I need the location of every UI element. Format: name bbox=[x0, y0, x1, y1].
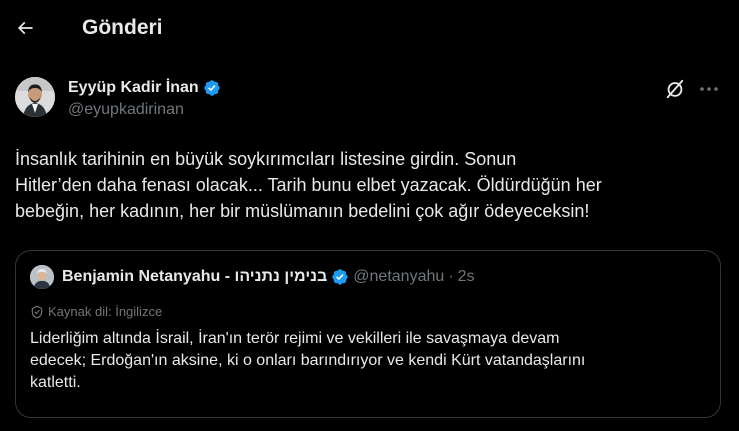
back-button[interactable] bbox=[8, 11, 42, 45]
author-name[interactable]: Eyyüp Kadir İnan bbox=[68, 79, 199, 97]
arrow-left-icon bbox=[17, 21, 33, 35]
quote-header: Benjamin Netanyahu - בנימין נתניהו @neta… bbox=[62, 266, 475, 288]
translation-notice: Kaynak dil: İngilizce bbox=[30, 304, 162, 319]
translate-icon bbox=[31, 305, 43, 318]
tweet-text: İnsanlık tarihinin en büyük soykırımcıla… bbox=[15, 149, 602, 221]
quote-handle[interactable]: @netanyahu bbox=[353, 268, 444, 286]
quote-text: Liderliğim altında İsrail, İran'ın terör… bbox=[30, 330, 586, 391]
verified-badge-icon[interactable] bbox=[203, 79, 221, 97]
avatar-image bbox=[15, 77, 55, 117]
quote-author-name[interactable]: Benjamin Netanyahu - בנימין נתניהו bbox=[62, 268, 327, 286]
grok-icon bbox=[666, 79, 684, 99]
quote-separator: · bbox=[448, 268, 454, 285]
quote-verified-badge-icon bbox=[331, 268, 349, 286]
quote-avatar[interactable] bbox=[30, 265, 54, 289]
author-handle[interactable]: @eyupkadirinan bbox=[68, 101, 184, 119]
quote-avatar-image bbox=[30, 265, 54, 289]
translation-label: Kaynak dil: İngilizce bbox=[48, 304, 163, 319]
page-title: Gönderi bbox=[82, 16, 163, 39]
author-row: Eyyüp Kadir İnan bbox=[68, 77, 221, 98]
quoted-tweet[interactable]: Benjamin Netanyahu - בנימין נתניהו @neta… bbox=[15, 250, 721, 418]
more-icon bbox=[700, 87, 718, 91]
more-button[interactable] bbox=[698, 79, 720, 99]
top-bar: Gönderi bbox=[0, 0, 739, 56]
avatar[interactable] bbox=[15, 77, 55, 117]
grok-button[interactable] bbox=[664, 78, 686, 100]
quote-timestamp[interactable]: 2s bbox=[458, 268, 475, 286]
